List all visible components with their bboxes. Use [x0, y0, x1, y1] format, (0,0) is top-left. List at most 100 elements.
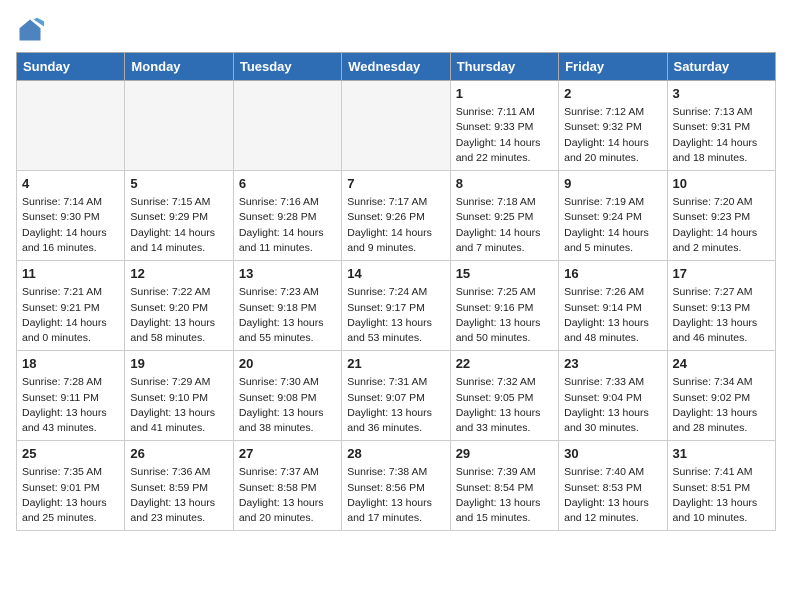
day-cell: 6 Sunrise: 7:16 AM Sunset: 9:28 PM Daylig…	[233, 171, 341, 261]
day-cell: 28 Sunrise: 7:38 AM Sunset: 8:56 PM Dayli…	[342, 441, 450, 531]
day-number: 17	[673, 265, 770, 283]
day-number: 12	[130, 265, 227, 283]
day-number: 23	[564, 355, 661, 373]
day-info: Sunrise: 7:33 AM Sunset: 9:04 PM Dayligh…	[564, 375, 661, 436]
day-cell: 21Sunrise: 7:31 AM Sunset: 9:07 PM Dayli…	[342, 351, 450, 441]
day-info: Sunrise: 7:27 AM Sunset: 9:13 PM Dayligh…	[673, 285, 770, 346]
day-info: Sunrise: 7:18 AM Sunset: 9:25 PM Dayligh…	[456, 195, 553, 256]
day-info: Sunrise: 7:40 AM Sunset: 8:53 PM Dayligh…	[564, 465, 661, 526]
day-info: Sunrise: 7:30 AM Sunset: 9:08 PM Dayligh…	[239, 375, 336, 436]
day-info: Sunrise: 7:17 AM Sunset: 9:26 PM Dayligh…	[347, 195, 444, 256]
day-info: Sunrise: 7:39 AM Sunset: 8:54 PM Dayligh…	[456, 465, 553, 526]
day-number: 10	[673, 175, 770, 193]
day-cell	[342, 81, 450, 171]
day-cell: 8Sunrise: 7:18 AM Sunset: 9:25 PM Daylig…	[450, 171, 558, 261]
day-number: 11	[22, 265, 119, 283]
week-row-2: 4 Sunrise: 7:14 AM Sunset: 9:30 PM Daylig…	[17, 171, 776, 261]
day-info: Sunrise: 7:26 AM Sunset: 9:14 PM Dayligh…	[564, 285, 661, 346]
day-cell: 22Sunrise: 7:32 AM Sunset: 9:05 PM Dayli…	[450, 351, 558, 441]
day-number: 13	[239, 265, 336, 283]
day-info: Sunrise: 7:37 AM Sunset: 8:58 PM Dayligh…	[239, 465, 336, 526]
day-cell: 2Sunrise: 7:12 AM Sunset: 9:32 PM Daylig…	[559, 81, 667, 171]
day-number: 25	[22, 445, 119, 463]
day-cell: 25Sunrise: 7:35 AM Sunset: 9:01 PM Dayli…	[17, 441, 125, 531]
day-cell	[125, 81, 233, 171]
day-info: Sunrise: 7:11 AM Sunset: 9:33 PM Dayligh…	[456, 105, 553, 166]
header-row: SundayMondayTuesdayWednesdayThursdayFrid…	[17, 53, 776, 81]
day-number: 22	[456, 355, 553, 373]
day-cell	[233, 81, 341, 171]
week-row-4: 18 Sunrise: 7:28 AM Sunset: 9:11 PM Dayli…	[17, 351, 776, 441]
week-row-5: 25Sunrise: 7:35 AM Sunset: 9:01 PM Dayli…	[17, 441, 776, 531]
day-cell: 12 Sunrise: 7:22 AM Sunset: 9:20 PM Dayli…	[125, 261, 233, 351]
day-cell: 14 Sunrise: 7:24 AM Sunset: 9:17 PM Dayli…	[342, 261, 450, 351]
col-header-sunday: Sunday	[17, 53, 125, 81]
day-number: 27	[239, 445, 336, 463]
day-number: 2	[564, 85, 661, 103]
day-number: 3	[673, 85, 770, 103]
day-number: 1	[456, 85, 553, 103]
week-row-3: 11 Sunrise: 7:21 AM Sunset: 9:21 PM Dayli…	[17, 261, 776, 351]
day-cell: 7 Sunrise: 7:17 AM Sunset: 9:26 PM Daylig…	[342, 171, 450, 261]
day-cell	[17, 81, 125, 171]
day-number: 16	[564, 265, 661, 283]
day-info: Sunrise: 7:38 AM Sunset: 8:56 PM Dayligh…	[347, 465, 444, 526]
day-cell: 9 Sunrise: 7:19 AM Sunset: 9:24 PM Daylig…	[559, 171, 667, 261]
day-number: 14	[347, 265, 444, 283]
day-number: 6	[239, 175, 336, 193]
day-number: 31	[673, 445, 770, 463]
day-number: 24	[673, 355, 770, 373]
day-number: 18	[22, 355, 119, 373]
day-number: 30	[564, 445, 661, 463]
logo	[16, 16, 48, 44]
day-cell: 31Sunrise: 7:41 AM Sunset: 8:51 PM Dayli…	[667, 441, 775, 531]
day-cell: 13 Sunrise: 7:23 AM Sunset: 9:18 PM Dayli…	[233, 261, 341, 351]
day-cell: 30 Sunrise: 7:40 AM Sunset: 8:53 PM Dayli…	[559, 441, 667, 531]
col-header-tuesday: Tuesday	[233, 53, 341, 81]
day-number: 26	[130, 445, 227, 463]
day-number: 20	[239, 355, 336, 373]
calendar-table: SundayMondayTuesdayWednesdayThursdayFrid…	[16, 52, 776, 531]
day-info: Sunrise: 7:13 AM Sunset: 9:31 PM Dayligh…	[673, 105, 770, 166]
col-header-thursday: Thursday	[450, 53, 558, 81]
day-info: Sunrise: 7:16 AM Sunset: 9:28 PM Dayligh…	[239, 195, 336, 256]
day-number: 28	[347, 445, 444, 463]
day-info: Sunrise: 7:23 AM Sunset: 9:18 PM Dayligh…	[239, 285, 336, 346]
day-number: 21	[347, 355, 444, 373]
day-cell: 24 Sunrise: 7:34 AM Sunset: 9:02 PM Dayli…	[667, 351, 775, 441]
day-cell: 23 Sunrise: 7:33 AM Sunset: 9:04 PM Dayli…	[559, 351, 667, 441]
week-row-1: 1 Sunrise: 7:11 AM Sunset: 9:33 PM Daylig…	[17, 81, 776, 171]
day-cell: 17 Sunrise: 7:27 AM Sunset: 9:13 PM Dayli…	[667, 261, 775, 351]
day-cell: 5 Sunrise: 7:15 AM Sunset: 9:29 PM Daylig…	[125, 171, 233, 261]
day-number: 4	[22, 175, 119, 193]
col-header-wednesday: Wednesday	[342, 53, 450, 81]
day-number: 15	[456, 265, 553, 283]
day-cell: 18 Sunrise: 7:28 AM Sunset: 9:11 PM Dayli…	[17, 351, 125, 441]
day-number: 29	[456, 445, 553, 463]
day-info: Sunrise: 7:21 AM Sunset: 9:21 PM Dayligh…	[22, 285, 119, 346]
day-cell: 26 Sunrise: 7:36 AM Sunset: 8:59 PM Dayli…	[125, 441, 233, 531]
col-header-monday: Monday	[125, 53, 233, 81]
day-number: 9	[564, 175, 661, 193]
day-cell: 19Sunrise: 7:29 AM Sunset: 9:10 PM Dayli…	[125, 351, 233, 441]
day-info: Sunrise: 7:19 AM Sunset: 9:24 PM Dayligh…	[564, 195, 661, 256]
day-info: Sunrise: 7:15 AM Sunset: 9:29 PM Dayligh…	[130, 195, 227, 256]
day-info: Sunrise: 7:14 AM Sunset: 9:30 PM Dayligh…	[22, 195, 119, 256]
day-cell: 15 Sunrise: 7:25 AM Sunset: 9:16 PM Dayli…	[450, 261, 558, 351]
day-info: Sunrise: 7:28 AM Sunset: 9:11 PM Dayligh…	[22, 375, 119, 436]
day-info: Sunrise: 7:24 AM Sunset: 9:17 PM Dayligh…	[347, 285, 444, 346]
day-number: 7	[347, 175, 444, 193]
col-header-friday: Friday	[559, 53, 667, 81]
col-header-saturday: Saturday	[667, 53, 775, 81]
day-info: Sunrise: 7:29 AM Sunset: 9:10 PM Dayligh…	[130, 375, 227, 436]
day-cell: 11 Sunrise: 7:21 AM Sunset: 9:21 PM Dayli…	[17, 261, 125, 351]
day-info: Sunrise: 7:34 AM Sunset: 9:02 PM Dayligh…	[673, 375, 770, 436]
day-info: Sunrise: 7:22 AM Sunset: 9:20 PM Dayligh…	[130, 285, 227, 346]
day-info: Sunrise: 7:25 AM Sunset: 9:16 PM Dayligh…	[456, 285, 553, 346]
day-cell: 20 Sunrise: 7:30 AM Sunset: 9:08 PM Dayli…	[233, 351, 341, 441]
day-cell: 16 Sunrise: 7:26 AM Sunset: 9:14 PM Dayli…	[559, 261, 667, 351]
day-number: 5	[130, 175, 227, 193]
day-info: Sunrise: 7:36 AM Sunset: 8:59 PM Dayligh…	[130, 465, 227, 526]
day-cell: 10Sunrise: 7:20 AM Sunset: 9:23 PM Dayli…	[667, 171, 775, 261]
day-cell: 29 Sunrise: 7:39 AM Sunset: 8:54 PM Dayli…	[450, 441, 558, 531]
